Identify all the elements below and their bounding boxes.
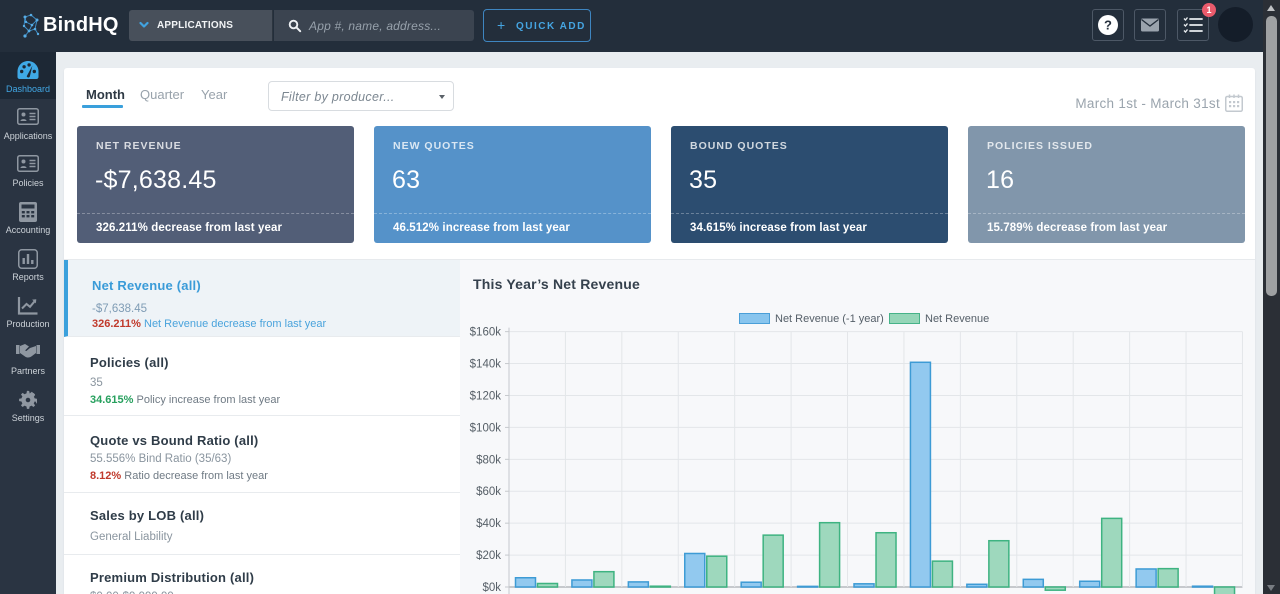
svg-text:$160k: $160k — [470, 327, 502, 339]
svg-text:$60k: $60k — [476, 486, 501, 498]
svg-text:$100k: $100k — [470, 422, 502, 434]
svg-text:$140k: $140k — [470, 359, 502, 371]
svg-text:$80k: $80k — [476, 454, 501, 466]
svg-text:?: ? — [1104, 18, 1112, 33]
svg-text:$0k: $0k — [482, 582, 501, 594]
svg-text:$40k: $40k — [476, 518, 501, 530]
svg-text:$20k: $20k — [476, 550, 501, 562]
svg-text:$120k: $120k — [470, 390, 502, 402]
